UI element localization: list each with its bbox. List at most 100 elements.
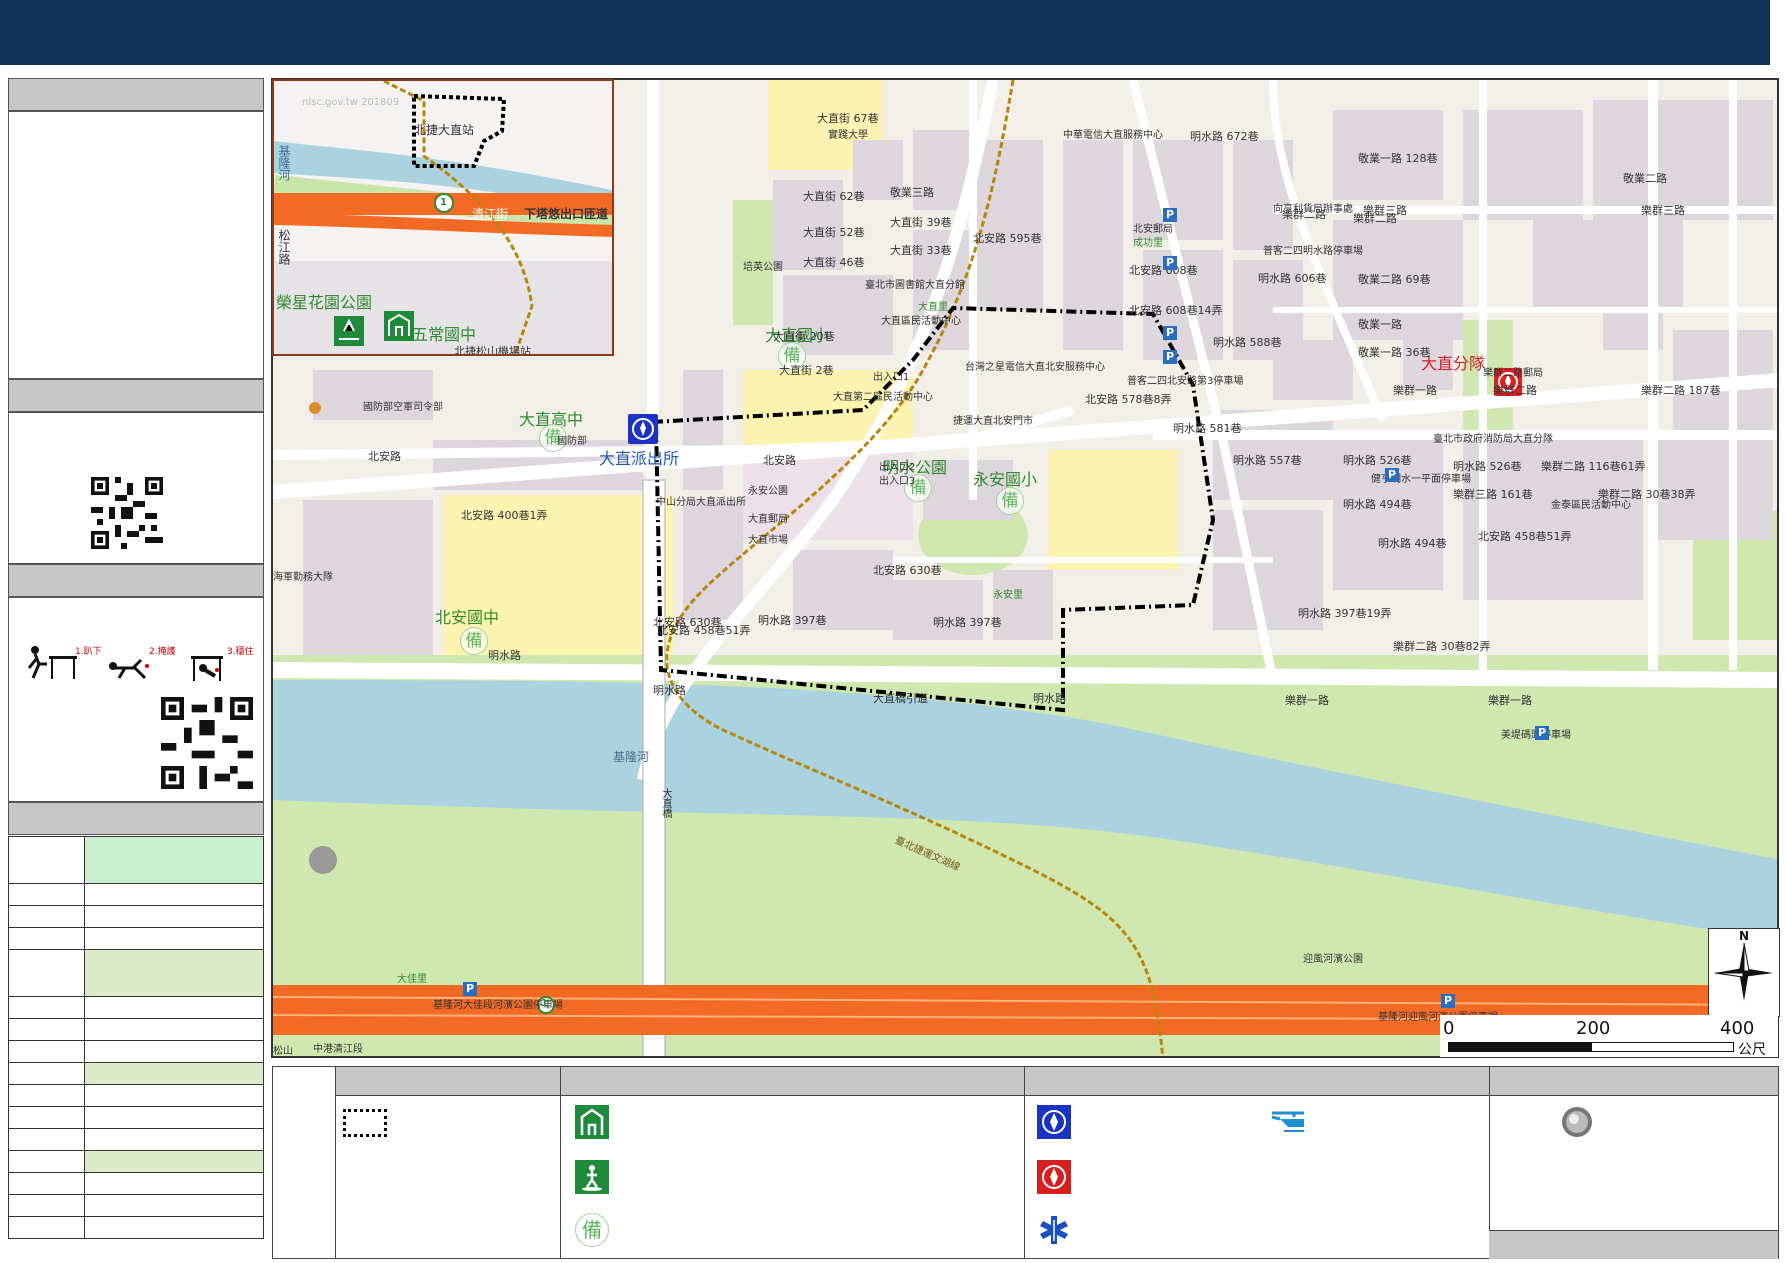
street-label: 明水路 397巷 xyxy=(933,616,1002,629)
inset-highway-number: 1 xyxy=(440,197,447,208)
poi-label: 臺北市圖書館大直分館 xyxy=(865,280,965,291)
siren-icon xyxy=(1562,1107,1592,1137)
poi-label: 永安公園 xyxy=(748,486,788,497)
street-label: 大直街 39巷 xyxy=(890,216,952,229)
street-label: 北安路 595巷 xyxy=(973,232,1042,245)
street-label: 明水路 588巷 xyxy=(1213,336,1282,349)
legend-footer-cell xyxy=(1489,1230,1778,1259)
street-label: 敬業二路 69巷 xyxy=(1358,273,1431,286)
poi-label: 北安郵局 xyxy=(1133,224,1173,235)
north-arrow: N xyxy=(1708,928,1780,1017)
street-label: 樂群二路 30巷82弄 xyxy=(1393,640,1491,653)
street-label: 敬業一路 xyxy=(1358,318,1402,331)
street-label: 樂群三路 xyxy=(1641,204,1685,217)
street-label: 明水路 557巷 xyxy=(1233,454,1302,467)
street-label: 明水路 494巷 xyxy=(1343,498,1412,511)
standby-shelter-marker[interactable]: 備 xyxy=(996,487,1024,515)
street-label: 樂群二路 116巷61弄 xyxy=(1541,460,1646,473)
scale-tick-200: 200 xyxy=(1576,1018,1611,1039)
evac-steps-panel: 1.趴下 2.掩護 3.穩住 xyxy=(8,597,264,802)
scale-unit: 公尺 xyxy=(1738,1042,1766,1058)
qr-code-2-icon[interactable] xyxy=(161,697,253,789)
parking-icon: P xyxy=(1163,208,1177,222)
street-label: 北安路 608巷14弄 xyxy=(1129,304,1223,317)
street-label: 明水路 397巷19弄 xyxy=(1298,607,1392,620)
street-label: 敬業一路 36巷 xyxy=(1358,346,1431,359)
poi-label: 成功里 xyxy=(1133,238,1163,249)
street-label: 明水路 xyxy=(653,684,686,697)
street-label: 樂群二路 xyxy=(1353,212,1397,225)
standby-shelter-marker[interactable]: 備 xyxy=(460,627,488,655)
poi-label: 永安里 xyxy=(993,590,1023,601)
label-fire-station: 大直分隊 xyxy=(1421,354,1486,373)
poi-label: 捷運大直北安門市 xyxy=(953,416,1033,427)
left-panel-header-1 xyxy=(8,78,264,111)
street-label: 明水路 606巷 xyxy=(1258,272,1327,285)
street-label: 明水路 397巷 xyxy=(758,614,827,627)
standby-shelter-icon: 備 xyxy=(575,1213,609,1247)
poi-label: 大佳里 xyxy=(397,974,427,985)
drop-figure-icon xyxy=(27,646,77,679)
street-label: 敬業一路 128巷 xyxy=(1358,152,1438,165)
street-label: 北安路 xyxy=(763,454,796,467)
evacuation-open-icon xyxy=(575,1160,609,1194)
helicopter-icon xyxy=(1271,1111,1304,1132)
poi-label: 迎風河濱公園 xyxy=(1303,954,1363,965)
street-label: 北安路 578巷8弄 xyxy=(1085,393,1172,406)
street-label: 大直街 20巷 xyxy=(773,330,835,343)
header-bar xyxy=(0,0,1770,65)
parking-icon: P xyxy=(1163,256,1177,270)
poi-label: 大直市場 xyxy=(748,535,788,546)
poi-label: 普客二四明水路停車場 xyxy=(1263,246,1363,257)
street-label: 大直街 2巷 xyxy=(779,364,834,377)
left-panel-header-3 xyxy=(8,564,264,597)
scale-tick-0: 0 xyxy=(1443,1018,1455,1039)
north-letter: N xyxy=(1739,929,1750,943)
inset-label-songjiang: 松江路 xyxy=(277,229,291,265)
inset-watermark: nlsc.gov.tw 201809 xyxy=(302,97,400,108)
medical-icon xyxy=(1040,1216,1068,1244)
legend: 備 xyxy=(272,1066,1779,1259)
street-label: 樂群一路 xyxy=(1488,694,1532,707)
poi-label: 國防部 xyxy=(557,436,587,447)
inset-map[interactable]: 北捷大直站 基隆河 松江路 清江街 下塔悠出口匝道 榮星花園公園 五常國中 北捷… xyxy=(272,79,614,356)
label-yongan-elementary: 永安國小 xyxy=(973,470,1038,489)
street-label: 明水路 581巷 xyxy=(1173,422,1242,435)
street-label: 明水路 494巷 xyxy=(1378,537,1447,550)
street-label: 大直街 46巷 xyxy=(803,256,865,269)
poi-label: 向亨利貨局辦事處 xyxy=(1273,204,1353,215)
scale-bar-graphic xyxy=(1448,1042,1734,1052)
parking-icon: P xyxy=(1385,468,1399,482)
highway-number: 1 xyxy=(541,998,548,1009)
scale-tick-400: 400 xyxy=(1720,1018,1755,1039)
label-police: 大直派出所 xyxy=(599,449,680,468)
police-icon xyxy=(1037,1105,1071,1139)
label-beian-junior: 北安國中 xyxy=(435,608,500,627)
poi-label: 中港清江段 xyxy=(313,1044,363,1055)
parking-icon: P xyxy=(1535,726,1549,740)
street-label: 北安路 400巷1弄 xyxy=(461,509,548,522)
poi-label: 普客二四北安路第3停車場 xyxy=(1127,376,1244,387)
street-label: 敬業三路 xyxy=(890,186,934,199)
poi-label: 國防部空軍司令部 xyxy=(363,402,443,413)
poi-label: 實踐大學 xyxy=(828,130,868,141)
inset-label-river: 基隆河 xyxy=(277,145,291,181)
poi-label: 中山分局大直派出所 xyxy=(656,497,746,508)
street-label: 大直橋引道 xyxy=(873,692,928,705)
police-station-marker[interactable] xyxy=(628,414,658,444)
step-3-label: 3.穩住 xyxy=(227,647,254,657)
street-label: 樂群二路 187巷 xyxy=(1641,384,1721,397)
inset-label-station: 北捷大直站 xyxy=(414,123,475,137)
poi-label: 大直區民活動中心 xyxy=(881,316,961,327)
evacuation-building-icon xyxy=(575,1105,609,1139)
left-panel-description xyxy=(8,111,264,379)
street-label: 大直街 33巷 xyxy=(890,244,952,257)
scale-bar: 0 200 400 公尺 xyxy=(1440,1015,1778,1058)
poi-label: 出入口2 xyxy=(879,462,916,473)
street-label: 大直街 62巷 xyxy=(803,190,865,203)
qr-code-icon[interactable] xyxy=(91,477,163,549)
street-label: 大直街 67巷 xyxy=(817,112,879,125)
street-label: 北安路 630巷 xyxy=(873,564,942,577)
dashed-boundary-icon xyxy=(343,1109,387,1137)
street-label: 樂群二路 xyxy=(1493,384,1537,397)
